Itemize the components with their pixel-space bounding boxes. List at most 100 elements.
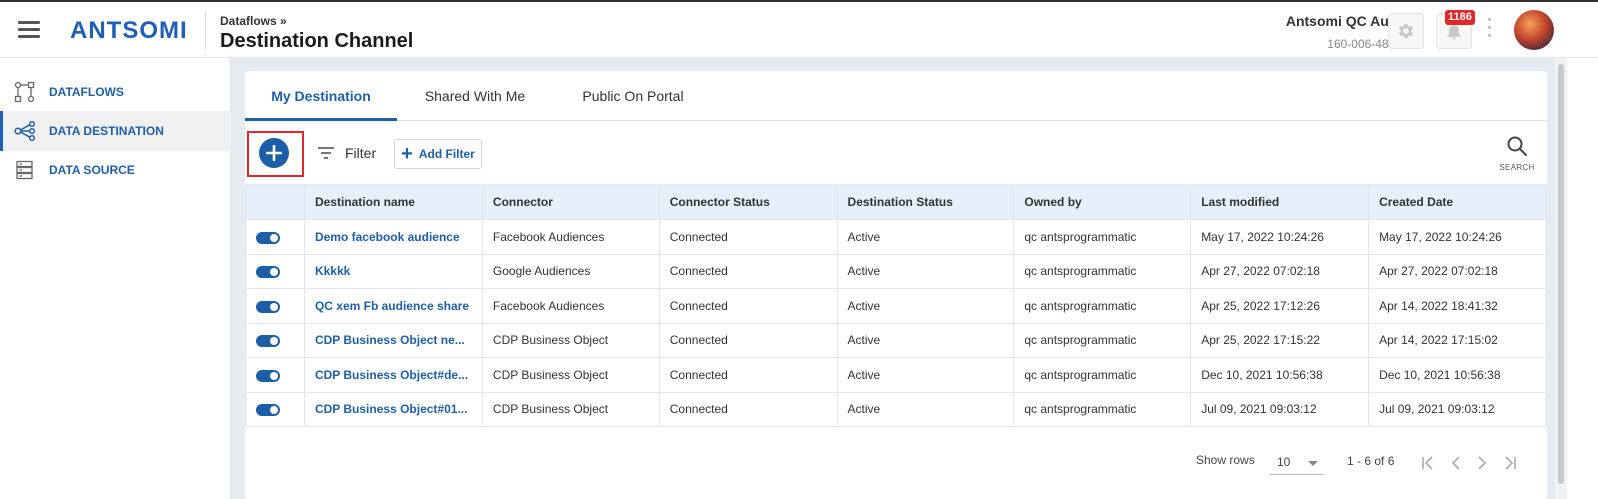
rows-per-page-select[interactable]: 10 [1270,451,1324,475]
status-toggle[interactable] [256,266,280,279]
toggle-cell [245,219,305,255]
last-modified-cell: Jul 09, 2021 09:03:12 [1190,391,1370,427]
column-header[interactable]: Last modified [1190,184,1370,220]
page-title: Destination Channel [220,30,414,52]
chevron-down-icon [1308,461,1318,466]
connector-cell: Facebook Audiences [481,288,660,324]
gear-icon [1398,23,1414,39]
destination-name-link[interactable]: CDP Business Object ne... [303,322,483,358]
column-header[interactable]: Connector [481,184,660,220]
destination-card: My Destination Shared With Me Public On … [245,71,1547,499]
column-header-toggle [245,184,305,220]
status-toggle[interactable] [256,231,280,244]
previous-page-icon[interactable] [1445,452,1467,474]
filter-button[interactable]: Filter [317,141,376,165]
destination-status-cell: Active [836,357,1015,393]
connector-status-cell: Connected [658,322,838,358]
destination-status-cell: Active [836,253,1015,289]
destination-status-cell: Active [836,391,1015,427]
created-date-cell: Apr 14, 2022 17:15:02 [1368,322,1547,358]
add-destination-button[interactable] [259,138,289,168]
created-date-cell: Dec 10, 2021 10:56:38 [1368,357,1547,393]
notification-badge: 1186 [1445,10,1475,25]
destination-name-link[interactable]: Demo facebook audience [303,219,483,255]
status-toggle[interactable] [256,404,280,417]
tab-my-destination[interactable]: My Destination [245,71,397,121]
column-header[interactable]: Destination Status [836,184,1015,220]
column-header[interactable]: Connector Status [658,184,838,220]
sidebar-item-label: DATA DESTINATION [49,124,164,138]
table-row[interactable]: CDP Business Object ne... CDP Business O… [245,322,1547,358]
table-header-row: Destination name Connector Connector Sta… [245,184,1547,220]
dataflow-icon [14,81,35,103]
first-page-icon[interactable] [1417,452,1439,474]
sidebar: DATAFLOWS DATA DESTINATION DATA SOURCE [0,58,231,499]
settings-button[interactable] [1388,13,1424,49]
add-filter-button[interactable]: + Add Filter [394,139,482,169]
status-toggle[interactable] [256,369,280,382]
connector-cell: Google Audiences [481,253,660,289]
destination-name-link[interactable]: QC xem Fb audience share [303,288,483,324]
destination-name-link[interactable]: CDP Business Object#01... [303,391,483,427]
more-icon[interactable] [1488,18,1492,42]
sidebar-item-label: DATAFLOWS [49,85,124,99]
next-page-icon[interactable] [1471,452,1493,474]
menu-icon[interactable] [18,21,40,39]
column-header[interactable]: Destination name [303,184,483,220]
connector-cell: CDP Business Object [481,322,660,358]
last-page-icon[interactable] [1499,452,1521,474]
divider [205,12,206,50]
table-row[interactable]: CDP Business Object#01... CDP Business O… [245,391,1547,427]
top-bar: ANTSOMI Dataflows » Destination Channel … [0,0,1598,58]
destination-table: Destination name Connector Connector Sta… [245,184,1547,427]
right-edge [1567,58,1598,499]
destination-name-link[interactable]: CDP Business Object#de... [303,357,483,393]
rows-per-page-value: 10 [1277,455,1291,469]
scrollbar-thumb[interactable] [1558,64,1564,484]
sidebar-item-data-source[interactable]: DATA SOURCE [0,150,231,190]
connector-cell: CDP Business Object [481,357,660,393]
tab-bar: My Destination Shared With Me Public On … [245,71,1547,121]
table-row[interactable]: Demo facebook audience Facebook Audience… [245,219,1547,255]
created-date-cell: Apr 14, 2022 18:41:32 [1368,288,1547,324]
connector-status-cell: Connected [658,253,838,289]
account-name[interactable]: Antsomi QC Auto [1286,13,1402,29]
share-nodes-icon [14,120,36,142]
column-header[interactable]: Created Date [1368,184,1547,220]
antsomi-logo[interactable]: ANTSOMI [70,17,188,45]
page-range: 1 - 6 of 6 [1347,454,1395,468]
vertical-scrollbar[interactable] [1555,58,1567,499]
search-icon [1507,136,1527,156]
last-modified-cell: Dec 10, 2021 10:56:38 [1190,357,1370,393]
owner-cell: qc antsprogrammatic [1013,219,1192,255]
breadcrumb[interactable]: Dataflows » [220,14,287,28]
last-modified-cell: Apr 25, 2022 17:15:22 [1190,322,1370,358]
tab-public-on-portal[interactable]: Public On Portal [563,71,703,121]
filter-icon [318,147,334,159]
avatar[interactable] [1514,10,1554,50]
sidebar-item-data-destination[interactable]: DATA DESTINATION [0,111,231,151]
sidebar-item-dataflows[interactable]: DATAFLOWS [0,72,231,112]
last-modified-cell: Apr 25, 2022 17:12:26 [1190,288,1370,324]
status-toggle[interactable] [256,300,280,313]
destination-name-link[interactable]: Kkkkk [303,253,483,289]
table-row[interactable]: CDP Business Object#de... CDP Business O… [245,357,1547,393]
status-toggle[interactable] [256,335,280,348]
toggle-cell [245,322,305,358]
database-stack-icon [16,160,33,180]
owner-cell: qc antsprogrammatic [1013,288,1192,324]
connector-status-cell: Connected [658,357,838,393]
plus-icon: + [401,143,413,165]
table-row[interactable]: Kkkkk Google Audiences Connected Active … [245,253,1547,289]
toggle-cell [245,357,305,393]
connector-cell: CDP Business Object [481,391,660,427]
table-row[interactable]: QC xem Fb audience share Facebook Audien… [245,288,1547,324]
show-rows-label: Show rows [1196,453,1255,467]
tab-shared-with-me[interactable]: Shared With Me [405,71,545,121]
search-button[interactable]: SEARCH [1495,135,1539,175]
toggle-cell [245,391,305,427]
sidebar-item-label: DATA SOURCE [49,163,135,177]
column-header[interactable]: Owned by [1013,184,1192,220]
owner-cell: qc antsprogrammatic [1013,253,1192,289]
created-date-cell: Jul 09, 2021 09:03:12 [1368,391,1547,427]
